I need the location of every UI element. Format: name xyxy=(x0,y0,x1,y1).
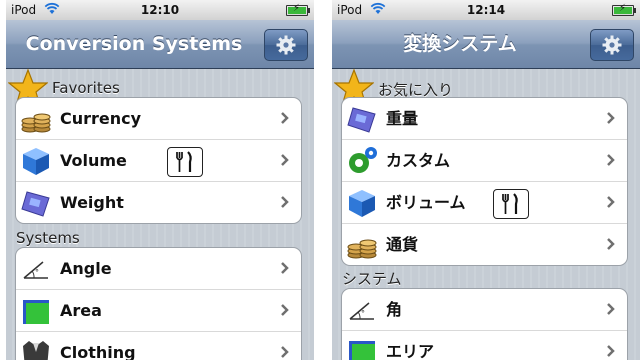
list-item-label: Weight xyxy=(60,193,124,212)
gear-icon xyxy=(602,35,622,55)
list-item-label: ボリューム xyxy=(386,193,466,212)
angle-icon: ° xyxy=(23,261,48,279)
scale-icon xyxy=(21,191,50,217)
navigation-bar: Conversion Systems xyxy=(6,20,314,69)
list-item-angle[interactable]: ° Angle xyxy=(16,248,301,289)
list-item-volume[interactable]: ボリューム xyxy=(342,181,627,223)
phone-screen-english: iPod 12:10 ⚡ Conversion Systems Favorite… xyxy=(6,0,314,360)
fork-knife-icon xyxy=(167,147,203,177)
fork-knife-icon xyxy=(493,189,529,219)
custom-gears-icon xyxy=(349,147,377,173)
systems-header: Systems xyxy=(16,229,80,247)
cube-icon xyxy=(349,190,375,217)
scale-icon xyxy=(347,107,376,133)
status-bar: iPod 12:14 ⚡ xyxy=(332,0,640,20)
list-item-angle[interactable]: ° 角 xyxy=(342,289,627,330)
battery-icon: ⚡ xyxy=(612,3,636,16)
status-time: 12:10 xyxy=(140,3,180,17)
chevron-right-icon xyxy=(281,262,289,274)
list-item-area[interactable]: Area xyxy=(16,289,301,331)
list-item-clothing[interactable]: Clothing xyxy=(16,331,301,360)
jacket-icon xyxy=(23,341,49,360)
chevron-right-icon xyxy=(607,238,615,250)
list-item-weight[interactable]: 重量 xyxy=(342,98,627,139)
svg-text:°: ° xyxy=(35,268,39,277)
area-icon xyxy=(349,341,375,360)
list-item-area[interactable]: エリア xyxy=(342,330,627,360)
cube-icon xyxy=(23,148,49,175)
list-item-volume[interactable]: Volume xyxy=(16,139,301,181)
list-item-label: 角 xyxy=(386,300,403,319)
list-item-label: Currency xyxy=(60,109,142,128)
page-title: Conversion Systems xyxy=(25,33,243,55)
list-item-label: Angle xyxy=(60,259,112,278)
list-item-label: Volume xyxy=(60,151,127,170)
list-item-label: Clothing xyxy=(60,343,136,360)
systems-header: システム xyxy=(342,270,402,288)
chevron-right-icon xyxy=(281,196,289,208)
angle-icon: ° xyxy=(349,302,374,320)
chevron-right-icon xyxy=(607,112,615,124)
list-item-label: エリア xyxy=(386,342,435,360)
list-item-label: Area xyxy=(60,301,102,320)
chevron-right-icon xyxy=(281,304,289,316)
list-item-currency[interactable]: 通貨 xyxy=(342,223,627,265)
list-item-label: カスタム xyxy=(386,151,451,170)
favorites-list: Currency Volume Weight xyxy=(15,97,302,224)
chevron-right-icon xyxy=(281,346,289,358)
list-item-weight[interactable]: Weight xyxy=(16,181,301,223)
coins-icon xyxy=(21,113,51,133)
list-item-currency[interactable]: Currency xyxy=(16,98,301,139)
chevron-right-icon xyxy=(607,196,615,208)
area-icon xyxy=(23,300,49,324)
gear-icon xyxy=(276,35,296,55)
battery-icon: ⚡ xyxy=(286,3,310,16)
chevron-right-icon xyxy=(607,345,615,357)
status-time: 12:14 xyxy=(466,3,506,17)
chevron-right-icon xyxy=(607,303,615,315)
list-item-label: 通貨 xyxy=(386,235,419,254)
coins-icon xyxy=(347,239,377,259)
favorites-list: 重量 カスタム ボリューム 通貨 xyxy=(341,97,628,266)
systems-list: ° Angle Area Clothing xyxy=(15,247,302,360)
navigation-bar: 変換システム xyxy=(332,20,640,69)
status-bar: iPod 12:10 ⚡ xyxy=(6,0,314,20)
favorites-header: Favorites xyxy=(52,79,120,97)
chevron-right-icon xyxy=(281,154,289,166)
phone-screen-japanese: iPod 12:14 ⚡ 変換システム お気に入り 重量 カスタム ボリューム … xyxy=(332,0,640,360)
list-item-label: 重量 xyxy=(386,109,419,128)
systems-list: ° 角 エリア xyxy=(341,288,628,360)
chevron-right-icon xyxy=(607,154,615,166)
svg-text:°: ° xyxy=(361,309,365,318)
settings-button[interactable] xyxy=(264,29,308,61)
chevron-right-icon xyxy=(281,112,289,124)
page-title: 変換システム xyxy=(403,33,517,55)
settings-button[interactable] xyxy=(590,29,634,61)
list-item-custom[interactable]: カスタム xyxy=(342,139,627,181)
